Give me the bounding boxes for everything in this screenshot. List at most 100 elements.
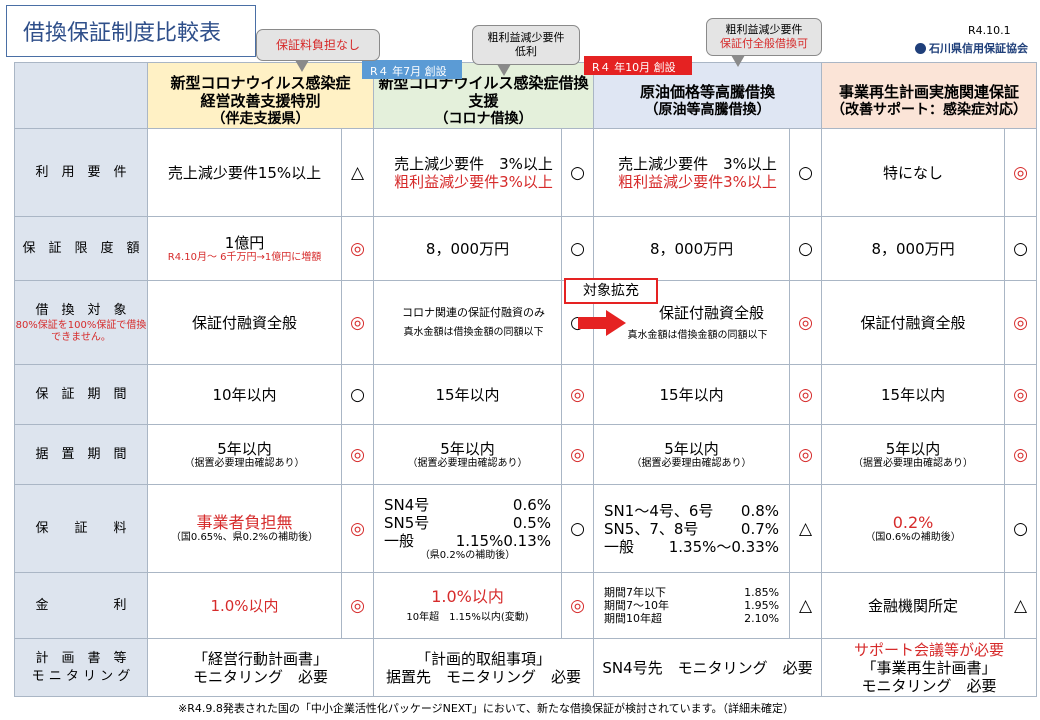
cell-text: 5年以内 [217, 439, 272, 458]
rating-mark: ◎ [561, 572, 595, 639]
cell-col1: 1億円 R4.10月～ 6千万円→1億円に増額 [147, 216, 342, 281]
fee-line: 一般 1.15%0.13% [374, 532, 561, 550]
page-title: 借換保証制度比較表 [6, 5, 256, 57]
fee-type: 一般 [604, 537, 635, 556]
rating-mark: △ [789, 572, 823, 639]
header-col2-line2: （コロナ借換） [434, 110, 533, 127]
cell-note: （据置必要理由確認あり） [184, 457, 305, 469]
rate-value: 2.10% [744, 612, 780, 625]
cell-text: 保証付融資全般 [659, 303, 765, 322]
rating-mark: ◎ [1004, 364, 1038, 425]
callout-no-fee-text: 保証料負担なし [275, 38, 360, 52]
row-label: 据 置 期 間 [14, 424, 148, 485]
cell-note: （国0.6%の補助後） [865, 531, 961, 543]
fee-line: SN4号 0.6% [374, 496, 561, 514]
cell-note: 真水金額は借換金額の同額以下 [627, 329, 768, 341]
callout-low-rate-line1: 粗利益減少要件 [487, 31, 565, 44]
cell-col2: 15年以内 [373, 364, 563, 425]
cell-col1: 事業者負担無 （国0.65%、県0.2%の補助後） [147, 484, 342, 573]
rating-mark: ◎ [340, 280, 375, 365]
cell-col3: 15年以内 [593, 364, 791, 425]
cell-text: 売上減少要件 3%以上 [618, 154, 777, 173]
rating-mark: ◎ [789, 364, 823, 425]
rate-term: 期間10年超 [604, 612, 663, 625]
cell-note: （据置必要理由確認あり） [853, 457, 974, 469]
fee-line: SN1～4号、6号 0.8% [594, 502, 789, 520]
rate-value: 1.95% [744, 599, 780, 612]
cell-col2: コロナ関連の保証付融資のみ 真水金額は借換金額の同額以下 [373, 280, 563, 365]
fee-line: SN5号 0.5% [374, 514, 561, 532]
row-label: 保 証 期 間 [14, 364, 148, 425]
cell-col4: 特になし [821, 128, 1006, 217]
row-label: 保 証 料 [14, 484, 148, 573]
rate-term: 期間7～10年 [604, 599, 670, 612]
cell-text: モニタリング 必要 [193, 667, 329, 686]
row-label-line1: 計 画 書 等 [35, 650, 127, 666]
rating-mark: △ [1004, 572, 1038, 639]
cell-text: 据置先 モニタリング 必要 [386, 667, 582, 686]
row-deferment-period: 据 置 期 間 5年以内 （据置必要理由確認あり） ◎ 5年以内 （据置必要理由確認… [14, 424, 1038, 485]
rating-mark: ◎ [789, 280, 823, 365]
fee-line: SN5、7、8号 0.7% [594, 520, 789, 538]
cell-col3: 5年以内 （据置必要理由確認あり） [593, 424, 791, 485]
cell-text: 1億円 [224, 233, 265, 252]
header-corner [14, 62, 148, 129]
callout-no-fee: 保証料負担なし [256, 29, 380, 72]
rating-mark: ◎ [1004, 280, 1038, 365]
cell-col2: 8，000万円 [373, 216, 563, 281]
fee-rate: 0.6% [512, 495, 552, 514]
rating-mark: ◎ [1004, 424, 1038, 485]
row-guarantee-limit: 保 証 限 度 額 1億円 R4.10月～ 6千万円→1億円に増額 ◎ 8，00… [14, 216, 1038, 281]
row-label: 計 画 書 等 モ ニ タ リ ン グ [14, 638, 148, 697]
cell-text-red: 1.0%以内 [431, 586, 504, 606]
comparison-table: 新型コロナウイルス感染症 経営改善支援特別 （伴走支援県） 新型コロナウイルス感… [14, 62, 1038, 697]
cell-text-red: 粗利益減少要件3%以上 [618, 172, 777, 191]
cell-col2: 5年以内 （据置必要理由確認あり） [373, 424, 563, 485]
right-arrow-icon [578, 310, 626, 336]
fee-type: SN5号 [384, 513, 430, 532]
cell-text-red: 0.2% [892, 512, 934, 532]
rate-line: 期間7～10年 1.95% [594, 599, 789, 612]
fee-type: 一般 [384, 531, 415, 550]
cell-note: （国0.65%、県0.2%の補助後） [170, 531, 319, 543]
rating-mark: ○ [561, 484, 595, 573]
rating-mark: ◎ [340, 216, 375, 281]
cell-note: 真水金額は借換金額の同額以下 [403, 327, 544, 338]
cell-col4: 8，000万円 [821, 216, 1006, 281]
callout-tail [731, 55, 745, 67]
row-label: 借 換 対 象 80%保証を100%保証で借換できません。 [14, 280, 148, 365]
cell-text: 5年以内 [664, 439, 719, 458]
document-date: R4.10.1 [968, 24, 1011, 37]
rating-mark: ○ [789, 128, 823, 217]
row-label-text: 借 換 対 象 [35, 302, 127, 318]
cell-note: （据置必要理由確認あり） [631, 457, 752, 469]
rating-mark: ○ [789, 216, 823, 281]
cell-text-red: 粗利益減少要件3%以上 [394, 172, 553, 191]
cell-col1: 10年以内 [147, 364, 342, 425]
header-col3-line2: （原油等高騰借換） [644, 101, 771, 118]
row-label: 金 利 [14, 572, 148, 639]
header-col1-line1: 新型コロナウイルス感染症 [170, 73, 351, 92]
cell-col4: 0.2% （国0.6%の補助後） [821, 484, 1006, 573]
rating-mark: ○ [1004, 216, 1038, 281]
header-col1: 新型コロナウイルス感染症 経営改善支援特別 （伴走支援県） [146, 62, 375, 129]
cell-text: コロナ関連の保証付融資のみ [402, 306, 546, 319]
header-col3-line1: 原油価格等高騰借換 [640, 82, 776, 101]
cell-note: （県0.2%の補助後） [419, 549, 516, 561]
organization-logo-icon [915, 42, 926, 54]
organization-name: 石川県信用保証協会 [915, 40, 1028, 56]
cell-note-red: R4.10月～ 6千万円→1億円に増額 [167, 251, 322, 263]
rating-mark: ◎ [561, 364, 595, 425]
cell-col1: 5年以内 （据置必要理由確認あり） [147, 424, 342, 485]
rating-mark: ◎ [340, 484, 375, 573]
cell-col3: 期間7年以下 1.85% 期間7～10年 1.95% 期間10年超 2.10% [593, 572, 791, 639]
expansion-label: 対象拡充 [564, 278, 658, 304]
cell-text: 「経営行動計画書」 [193, 649, 329, 668]
rating-mark: ◎ [561, 424, 595, 485]
cell-col1: 売上減少要件15%以上 [147, 128, 342, 217]
cell-text-red: 事業者負担無 [196, 512, 293, 532]
cell-text: モニタリング 必要 [861, 676, 997, 695]
page-title-text: 借換保証制度比較表 [23, 21, 222, 46]
cell-text: 「事業再生計画書」 [861, 658, 997, 677]
rating-mark: ◎ [340, 424, 375, 485]
